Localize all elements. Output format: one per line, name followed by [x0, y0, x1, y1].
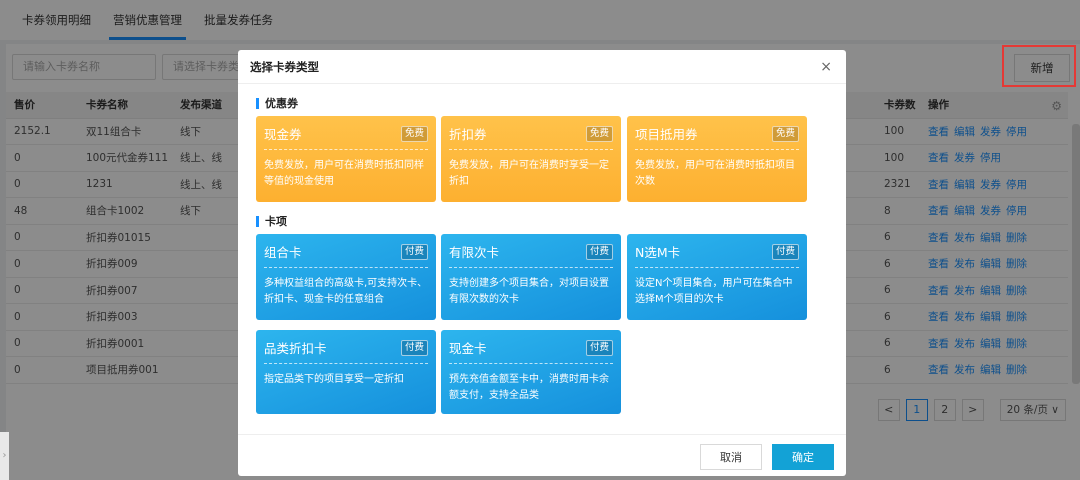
dialog-footer: 取消 确定 — [238, 434, 846, 476]
paid-badge: 付费 — [400, 243, 428, 260]
card-title: 项目抵用券 — [635, 127, 698, 142]
card-desc: 多种权益组合的高级卡,可支持次卡、折扣卡、现金卡的任意组合 — [264, 278, 428, 305]
highlight-box — [1002, 45, 1076, 87]
item-voucher-card[interactable]: 项目抵用券 免费 免费发放，用户可在消费时抵扣项目次数 — [627, 116, 807, 202]
dialog-header: 选择卡券类型 × — [238, 50, 846, 84]
select-card-type-dialog: 选择卡券类型 × 优惠券 现金券 免费 免费发放，用户可在消费时抵扣同样等值的现金… — [238, 50, 846, 476]
cash-coupon-card[interactable]: 现金券 免费 免费发放，用户可在消费时抵扣同样等值的现金使用 — [256, 116, 436, 202]
card-header: 现金券 免费 — [264, 124, 428, 150]
card-desc: 指定品类下的项目享受一定折扣 — [264, 374, 404, 385]
card-header: N选M卡 付费 — [635, 242, 799, 268]
card-title: 折扣券 — [449, 127, 487, 142]
card-desc: 支持创建多个项目集合，对项目设置有限次数的次卡 — [449, 278, 609, 305]
section-coupon-title: 优惠券 — [256, 98, 298, 109]
card-title: 现金券 — [264, 127, 302, 142]
side-expand-handle[interactable]: › — [0, 432, 9, 480]
dialog-title: 选择卡券类型 — [250, 60, 319, 74]
cancel-button[interactable]: 取消 — [700, 444, 762, 470]
card-header: 品类折扣卡 付费 — [264, 338, 428, 364]
card-desc: 免费发放，用户可在消费时抵扣项目次数 — [635, 160, 795, 187]
discount-coupon-card[interactable]: 折扣券 免费 免费发放，用户可在消费时享受一定折扣 — [441, 116, 621, 202]
category-discount-card[interactable]: 品类折扣卡 付费 指定品类下的项目享受一定折扣 — [256, 330, 436, 414]
card-title: 现金卡 — [449, 341, 487, 356]
card-header: 现金卡 付费 — [449, 338, 613, 364]
free-badge: 免费 — [585, 125, 613, 142]
card-header: 项目抵用券 免费 — [635, 124, 799, 150]
card-title: 有限次卡 — [449, 245, 500, 260]
card-desc: 免费发放，用户可在消费时抵扣同样等值的现金使用 — [264, 160, 424, 187]
cash-card[interactable]: 现金卡 付费 预先充值金额至卡中，消费时用卡余额支付，支持全品类 — [441, 330, 621, 414]
paid-badge: 付费 — [400, 339, 428, 356]
free-badge: 免费 — [400, 125, 428, 142]
paid-badge: 付费 — [585, 339, 613, 356]
section-card-title: 卡项 — [256, 216, 287, 227]
paid-badge: 付费 — [585, 243, 613, 260]
paid-badge: 付费 — [771, 243, 799, 260]
n-choose-m-card[interactable]: N选M卡 付费 设定N个项目集合，用户可在集合中选择M个项目的次卡 — [627, 234, 807, 320]
combo-card[interactable]: 组合卡 付费 多种权益组合的高级卡,可支持次卡、折扣卡、现金卡的任意组合 — [256, 234, 436, 320]
free-badge: 免费 — [771, 125, 799, 142]
card-title: 组合卡 — [264, 245, 302, 260]
confirm-button[interactable]: 确定 — [772, 444, 834, 470]
close-icon[interactable]: × — [820, 50, 832, 84]
card-header: 折扣券 免费 — [449, 124, 613, 150]
card-desc: 设定N个项目集合，用户可在集合中选择M个项目的次卡 — [635, 278, 793, 305]
limited-times-card[interactable]: 有限次卡 付费 支持创建多个项目集合，对项目设置有限次数的次卡 — [441, 234, 621, 320]
card-header: 有限次卡 付费 — [449, 242, 613, 268]
card-title: 品类折扣卡 — [264, 341, 327, 356]
card-title: N选M卡 — [635, 245, 681, 260]
card-desc: 预先充值金额至卡中，消费时用卡余额支付，支持全品类 — [449, 374, 609, 401]
card-header: 组合卡 付费 — [264, 242, 428, 268]
chevron-right-icon: › — [2, 450, 7, 461]
card-desc: 免费发放，用户可在消费时享受一定折扣 — [449, 160, 609, 187]
